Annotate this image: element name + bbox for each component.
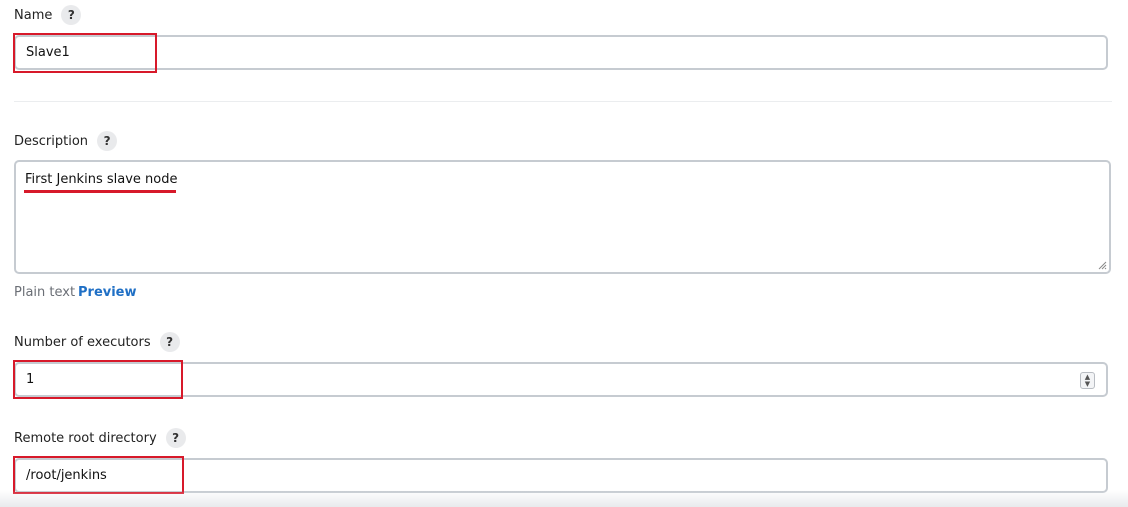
spinner-down-icon[interactable]: ▼ — [1085, 380, 1090, 388]
remote-root-input[interactable]: /root/jenkins — [14, 458, 1108, 493]
section-divider — [14, 101, 1112, 102]
remote-root-help-icon[interactable]: ? — [165, 428, 186, 448]
remote-root-label: Remote root directory — [14, 430, 157, 446]
executors-help-icon[interactable]: ? — [159, 332, 180, 352]
description-help-icon[interactable]: ? — [97, 131, 118, 151]
description-textarea[interactable]: First Jenkins slave node — [14, 160, 1111, 274]
description-textarea-value: First Jenkins slave node — [25, 172, 178, 187]
executors-label: Number of executors — [14, 334, 151, 350]
executors-label-row: Number of executors ? — [14, 332, 180, 352]
remote-root-label-row: Remote root directory ? — [14, 428, 186, 448]
name-label: Name — [14, 7, 53, 23]
description-label: Description — [14, 133, 89, 149]
executors-input-value: 1 — [26, 372, 35, 387]
node-config-form: Name ? Slave1 Description ? First Jenkin… — [0, 0, 1128, 507]
format-plain-text: Plain text — [14, 285, 76, 300]
number-spinner-icon[interactable]: ▲ ▼ — [1080, 372, 1095, 389]
remote-root-input-value: /root/jenkins — [26, 468, 107, 483]
name-help-icon[interactable]: ? — [61, 5, 82, 25]
name-label-row: Name ? — [14, 5, 82, 25]
preview-link[interactable]: Preview — [78, 285, 137, 300]
resize-grip-icon[interactable] — [1098, 261, 1107, 270]
description-label-row: Description ? — [14, 131, 118, 151]
executors-input[interactable]: 1 ▲ ▼ — [14, 362, 1108, 397]
name-input[interactable]: Slave1 — [14, 35, 1108, 70]
name-input-value: Slave1 — [26, 45, 70, 60]
